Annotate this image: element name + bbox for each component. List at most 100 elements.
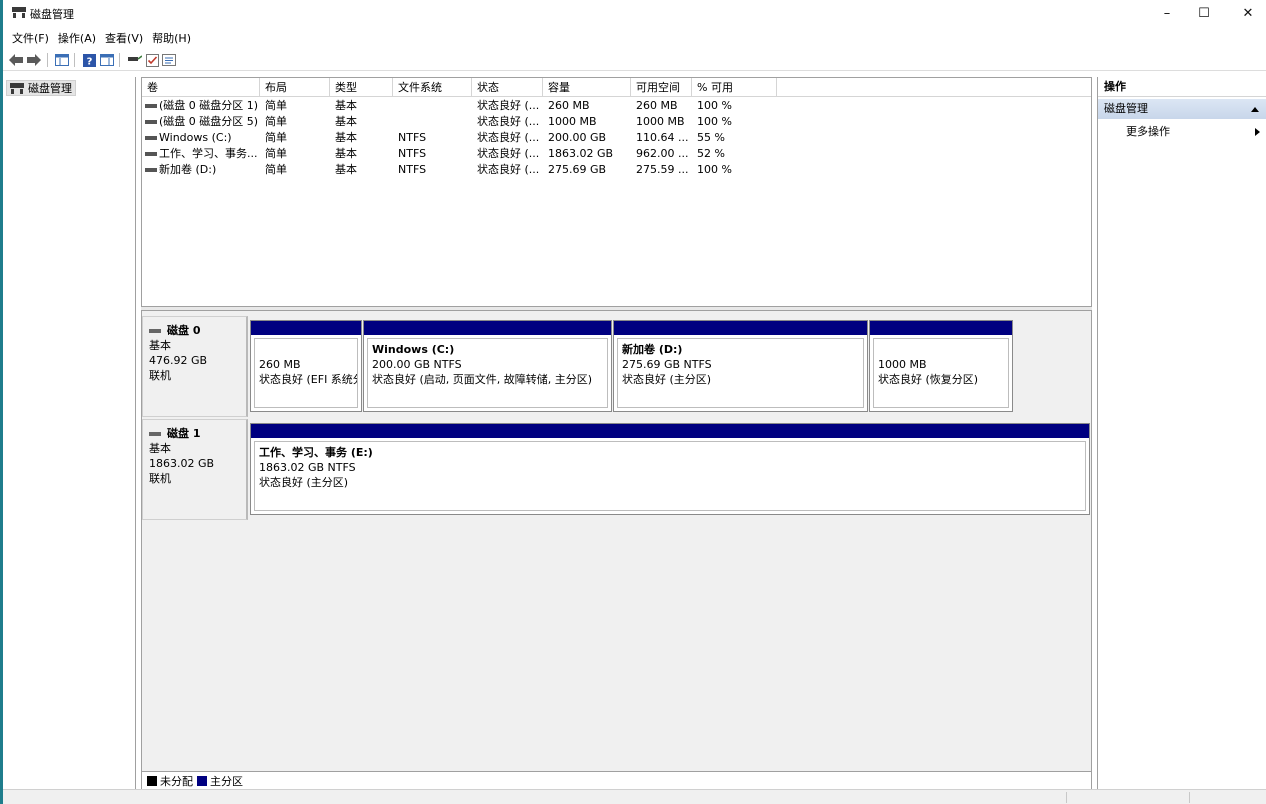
more-actions-item[interactable]: 更多操作 [1126,123,1261,141]
title-bar: 磁盘管理 – ☐ ✕ [3,0,1266,27]
volume-filesystem: NTFS [398,147,427,160]
volume-name: 工作、学习、事务... [159,147,258,160]
volume-name: (磁盘 0 磁盘分区 5) [159,115,259,128]
column-header-filesystem[interactable]: 文件系统 [393,78,472,97]
window-title: 磁盘管理 [30,8,74,21]
column-header-type[interactable]: 类型 [330,78,393,97]
volume-list: 卷 布局 类型 文件系统 状态 容量 可用空间 % 可用 (磁盘 0 磁盘分区 … [141,77,1092,307]
partition-windows-c[interactable]: Windows (C:) 200.00 GB NTFS 状态良好 (启动, 页面… [363,320,612,412]
partition-size: 200.00 GB NTFS [372,358,462,371]
console-tree-icon[interactable] [54,52,70,68]
disk-management-app-icon [12,7,26,18]
disk-icon [149,328,161,333]
volume-layout: 简单 [265,163,287,176]
table-row[interactable]: (磁盘 0 磁盘分区 5) 简单 基本 状态良好 (... 1000 MB 10… [142,114,1091,130]
svg-text:?: ? [86,56,92,67]
partition-new-volume-d[interactable]: 新加卷 (D:) 275.69 GB NTFS 状态良好 (主分区) [613,320,868,412]
column-header-capacity[interactable]: 容量 [543,78,631,97]
partition-header-bar [614,321,867,335]
disk-name: 磁盘 1 [167,427,201,440]
volume-free-space: 962.00 ... [636,147,689,160]
partition-status: 状态良好 (恢复分区) [878,373,979,386]
volume-type: 基本 [335,147,357,160]
maximize-button[interactable]: ☐ [1181,0,1227,27]
disk-icon [149,431,161,436]
disk-kind: 基本 [149,339,171,352]
menu-action[interactable]: 操作(A) [58,30,96,46]
toolbar-separator [47,53,48,67]
volume-percent-free: 55 % [697,131,725,144]
volume-layout: 简单 [265,147,287,160]
action-pane-icon[interactable] [99,52,115,68]
forward-arrow-icon[interactable] [26,52,42,68]
volume-icon [145,168,157,172]
partition-size: 260 MB [259,358,301,371]
volume-icon [145,104,157,108]
table-row[interactable]: 工作、学习、事务... 简单 基本 NTFS 状态良好 (... 1863.02… [142,146,1091,162]
column-header-free-space[interactable]: 可用空间 [631,78,692,97]
menu-help[interactable]: 帮助(H) [152,30,191,46]
tree-item-disk-management[interactable]: 磁盘管理 [6,80,76,96]
checklist-icon[interactable] [144,52,160,68]
disk-size: 1863.02 GB [149,457,215,470]
volume-status: 状态良好 (... [477,99,540,112]
disk-0-label[interactable]: 磁盘 0 基本 476.92 GB 联机 [142,316,248,417]
menu-bar: 文件(F) 操作(A) 查看(V) 帮助(H) [3,28,1266,48]
volume-name: (磁盘 0 磁盘分区 1) [159,99,259,112]
volume-free-space: 1000 MB [636,115,685,128]
partition-legend: 未分配 主分区 [141,771,1092,789]
volume-status: 状态良好 (... [477,163,540,176]
back-arrow-icon[interactable] [8,52,24,68]
table-row[interactable]: (磁盘 0 磁盘分区 1) 简单 基本 状态良好 (... 260 MB 260… [142,98,1091,114]
connect-drive-icon[interactable] [127,52,143,68]
partition-status: 状态良好 (启动, 页面文件, 故障转储, 主分区) [372,373,593,386]
partition-name: Windows (C:) [372,343,455,356]
volume-status: 状态良好 (... [477,115,540,128]
menu-file[interactable]: 文件(F) [12,30,49,46]
volume-status: 状态良好 (... [477,147,540,160]
status-bar [3,789,1266,804]
volume-filesystem: NTFS [398,163,427,176]
volume-percent-free: 100 % [697,115,732,128]
disk-management-icon [10,83,24,94]
disk-state: 联机 [149,369,171,382]
column-header-volume[interactable]: 卷 [142,78,260,97]
disk-size: 476.92 GB [149,354,208,367]
menu-view[interactable]: 查看(V) [105,30,143,46]
table-row[interactable]: Windows (C:) 简单 基本 NTFS 状态良好 (... 200.00… [142,130,1091,146]
disk-name: 磁盘 0 [167,324,201,337]
table-row[interactable]: 新加卷 (D:) 简单 基本 NTFS 状态良好 (... 275.69 GB … [142,162,1091,178]
volume-percent-free: 100 % [697,99,732,112]
partition-work-e[interactable]: 工作、学习、事务 (E:) 1863.02 GB NTFS 状态良好 (主分区) [250,423,1090,515]
volume-type: 基本 [335,115,357,128]
partition-size: 1000 MB [878,358,927,371]
partition-efi[interactable]: 260 MB 状态良好 (EFI 系统分区) [250,320,362,412]
column-header-percent-free[interactable]: % 可用 [692,78,777,97]
toolbar: ? [3,49,1266,71]
partition-size: 275.69 GB NTFS [622,358,712,371]
help-icon[interactable]: ? [81,52,97,68]
tree-item-label: 磁盘管理 [28,82,72,95]
column-header-status[interactable]: 状态 [472,78,543,97]
column-header-layout[interactable]: 布局 [260,78,330,97]
volume-name: 新加卷 (D:) [159,163,217,176]
volume-layout: 简单 [265,99,287,112]
volume-percent-free: 52 % [697,147,725,160]
volume-layout: 简单 [265,131,287,144]
actions-section-disk-management[interactable]: 磁盘管理 [1098,99,1266,119]
properties-icon[interactable] [161,52,177,68]
volume-icon [145,152,157,156]
disk-1-label[interactable]: 磁盘 1 基本 1863.02 GB 联机 [142,419,248,520]
volume-list-header: 卷 布局 类型 文件系统 状态 容量 可用空间 % 可用 [142,78,1091,97]
volume-type: 基本 [335,163,357,176]
partition-recovery[interactable]: 1000 MB 状态良好 (恢复分区) [869,320,1013,412]
close-button[interactable]: ✕ [1225,0,1266,27]
toolbar-separator [119,53,120,67]
disk-state: 联机 [149,472,171,485]
volume-capacity: 260 MB [548,99,590,112]
unallocated-swatch [147,775,157,786]
volume-capacity: 1000 MB [548,115,597,128]
primary-partition-swatch [197,775,207,786]
volume-capacity: 275.69 GB [548,163,607,176]
volume-percent-free: 100 % [697,163,732,176]
